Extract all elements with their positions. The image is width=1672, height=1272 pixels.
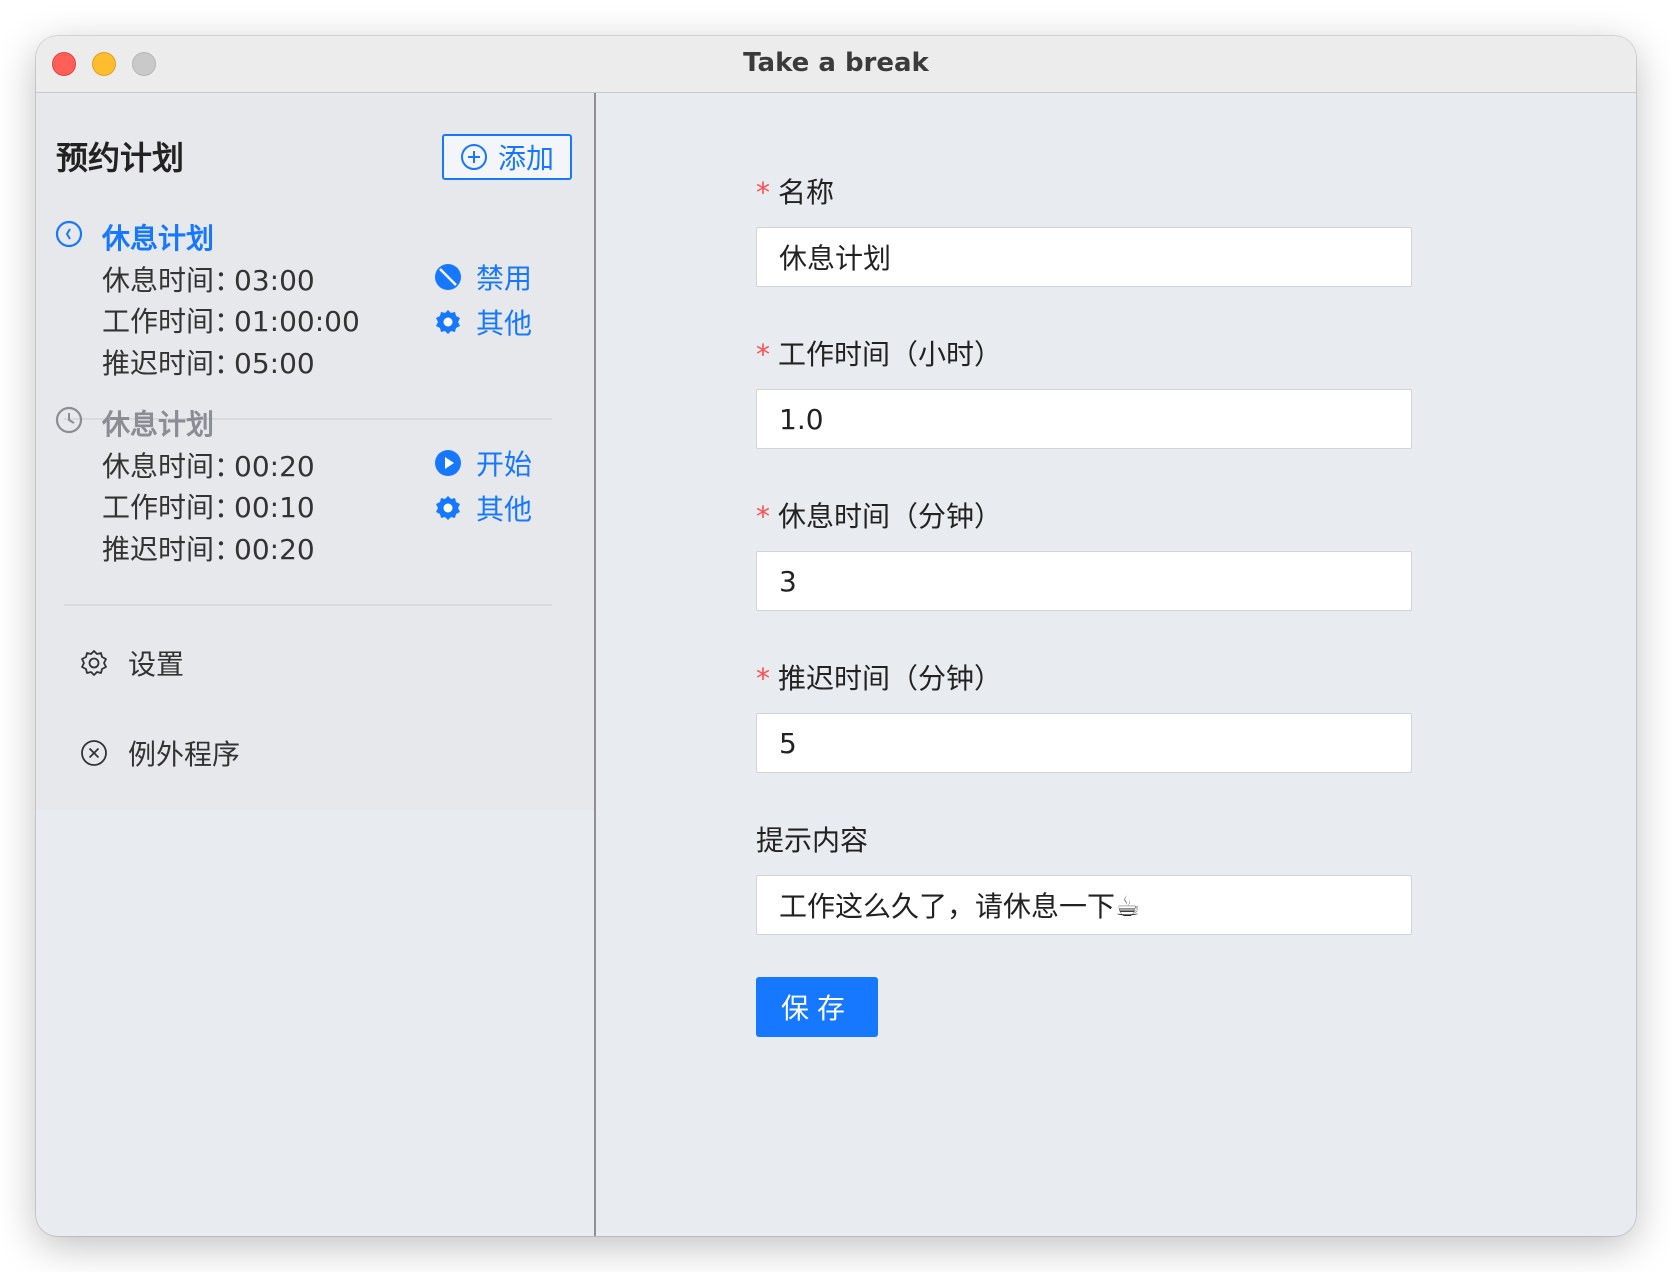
- plan-divider: [64, 604, 552, 606]
- name-label-text: 名称: [778, 176, 835, 209]
- name-field-label: * 名称: [756, 171, 834, 211]
- settings-icon: [81, 650, 107, 676]
- plan-rest-value: 00:20: [234, 450, 315, 483]
- required-mark: *: [756, 662, 770, 695]
- start-plan-button[interactable]: 开始: [434, 443, 532, 483]
- menu-item-settings[interactable]: 设置: [80, 643, 184, 683]
- plan-delay-value: 00:20: [234, 533, 315, 566]
- plan-rest-label: 休息时间：: [102, 450, 243, 483]
- plus-circle-icon: [460, 144, 487, 170]
- tip-field-label: 提示内容: [756, 824, 869, 857]
- clock-icon: [55, 220, 83, 248]
- delay-time-field-label: * 推迟时间（分钟）: [756, 657, 1002, 697]
- more-label: 其他: [476, 493, 533, 526]
- plan-work-label: 工作时间：: [102, 491, 243, 524]
- window-title: Take a break: [743, 48, 929, 78]
- gear-icon: [436, 310, 460, 334]
- plan-rest-value: 03:00: [234, 264, 315, 297]
- plan-delay-label: 推迟时间：: [102, 347, 243, 380]
- name-input[interactable]: 休息计划: [756, 227, 1412, 287]
- required-mark: *: [756, 500, 770, 533]
- disable-icon: [435, 264, 461, 290]
- rest-time-field-label: * 休息时间（分钟）: [756, 495, 1002, 535]
- required-mark: *: [756, 176, 770, 209]
- menu-item-exceptions[interactable]: 例外程序: [80, 733, 240, 773]
- start-label: 开始: [476, 448, 533, 481]
- add-plan-label: 添加: [497, 142, 554, 175]
- plan-form: * 名称 休息计划 * 工作时间（小时） 1.0 * 休息时间（分钟） 3 * 推迟时间…: [596, 93, 1636, 1236]
- gear-icon: [436, 496, 460, 520]
- close-circle-icon: [81, 740, 107, 766]
- clock-icon: [55, 406, 83, 434]
- title-bar: Take a break: [36, 36, 1636, 93]
- add-plan-button[interactable]: 添加: [442, 134, 572, 180]
- rest-time-input[interactable]: 3: [756, 551, 1412, 611]
- tip-content-input[interactable]: 工作这么久了，请休息一下☕: [756, 875, 1412, 935]
- delay-time-label-text: 推迟时间（分钟）: [778, 662, 1003, 695]
- save-button[interactable]: 保存: [756, 977, 878, 1037]
- delay-time-input[interactable]: 5: [756, 713, 1412, 773]
- plan-delay-value: 05:00: [234, 347, 315, 380]
- plan-work-label: 工作时间：: [102, 305, 243, 338]
- rest-time-label-text: 休息时间（分钟）: [778, 500, 1003, 533]
- plan-work-row: 工作时间：01:00:00: [102, 300, 360, 340]
- plan-rest-row: 休息时间：00:20: [102, 445, 315, 485]
- plan-delay-row: 推迟时间：00:20: [102, 528, 315, 568]
- plan-name: 休息计划: [102, 222, 215, 255]
- work-time-label-text: 工作时间（小时）: [778, 338, 1003, 371]
- plan-delay-label: 推迟时间：: [102, 533, 243, 566]
- plan-work-value: 01:00:00: [234, 305, 360, 338]
- plan-more-button[interactable]: 其他: [434, 302, 532, 342]
- work-time-field-label: * 工作时间（小时）: [756, 333, 1002, 373]
- play-icon: [435, 450, 461, 476]
- app-window: Take a break 预约计划 添加 休息计划 休息时间：03:00 工作时…: [36, 36, 1636, 1236]
- sidebar-title: 预约计划: [56, 139, 185, 177]
- plan-more-button[interactable]: 其他: [434, 488, 532, 528]
- required-mark: *: [756, 338, 770, 371]
- plan-work-value: 00:10: [234, 491, 315, 524]
- menu-item-label: 设置: [128, 648, 185, 681]
- plan-name: 休息计划: [102, 408, 215, 441]
- work-time-input[interactable]: 1.0: [756, 389, 1412, 449]
- plan-delay-row: 推迟时间：05:00: [102, 342, 315, 382]
- more-label: 其他: [476, 307, 533, 340]
- plan-rest-row: 休息时间：03:00: [102, 259, 315, 299]
- plan-work-row: 工作时间：00:10: [102, 486, 315, 526]
- disable-label: 禁用: [476, 262, 533, 295]
- disable-plan-button[interactable]: 禁用: [434, 257, 532, 297]
- plan-rest-label: 休息时间：: [102, 264, 243, 297]
- menu-item-label: 例外程序: [128, 738, 241, 771]
- sidebar: 预约计划 添加 休息计划 休息时间：03:00 工作时间：01:00:00 推迟…: [36, 93, 596, 1236]
